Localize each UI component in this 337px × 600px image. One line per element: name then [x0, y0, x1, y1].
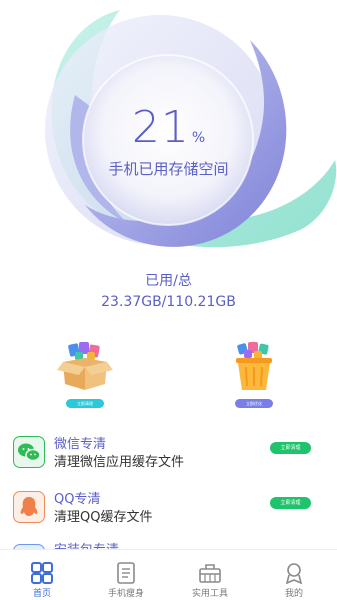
wechat-clean-button[interactable]: 立即清理 [270, 442, 311, 454]
toolbox-icon [199, 564, 221, 583]
wechat-title: 微信专清 [54, 437, 107, 452]
storage-percent-unit: % [191, 130, 206, 146]
wechat-icon [13, 436, 45, 468]
qq-desc: 清理QQ缓存文件 [54, 510, 153, 525]
storage-percent-value: 21 [131, 102, 190, 153]
tab-home-label: 首页 [32, 589, 51, 599]
tab-home[interactable]: 首页 [0, 550, 84, 600]
profile-icon [285, 563, 303, 584]
tab-tools[interactable]: 实用工具 [168, 550, 252, 600]
grid-icon [31, 562, 53, 584]
trash-bin-icon [236, 342, 272, 390]
qq-icon [13, 491, 45, 523]
qq-clean-button[interactable]: 立即清理 [270, 497, 311, 509]
bottom-tab-bar: 首页 手机瘦身 实用工具 我的 [0, 549, 337, 600]
used-total-title: 已用/总 [145, 273, 192, 289]
quick-clean-tool[interactable]: 立即清理 [55, 340, 115, 410]
quick-optimize-pill: 立即优化 [235, 399, 273, 408]
storage-percent: 21% [0, 102, 337, 153]
list-item-qq[interactable]: QQ专清 清理QQ缓存文件 立即清理 [0, 485, 337, 533]
tab-tools-label: 实用工具 [191, 589, 228, 599]
list-item-wechat[interactable]: 微信专清 清理微信应用缓存文件 立即清理 [0, 430, 337, 478]
used-total-value: 23.37GB/110.21GB [101, 294, 236, 310]
box-icon [57, 342, 113, 390]
quick-optimize-tool[interactable]: 立即优化 [224, 340, 284, 410]
quick-clean-pill: 立即清理 [66, 399, 104, 408]
phone-slim-icon [117, 562, 135, 584]
tab-phone-slim[interactable]: 手机瘦身 [84, 550, 168, 600]
wechat-desc: 清理微信应用缓存文件 [54, 455, 185, 470]
tab-profile[interactable]: 我的 [252, 550, 336, 600]
storage-label: 手机已用存储空间 [108, 160, 229, 178]
tab-phone-slim-label: 手机瘦身 [107, 589, 144, 599]
tab-profile-label: 我的 [284, 589, 303, 599]
qq-title: QQ专清 [54, 492, 101, 507]
